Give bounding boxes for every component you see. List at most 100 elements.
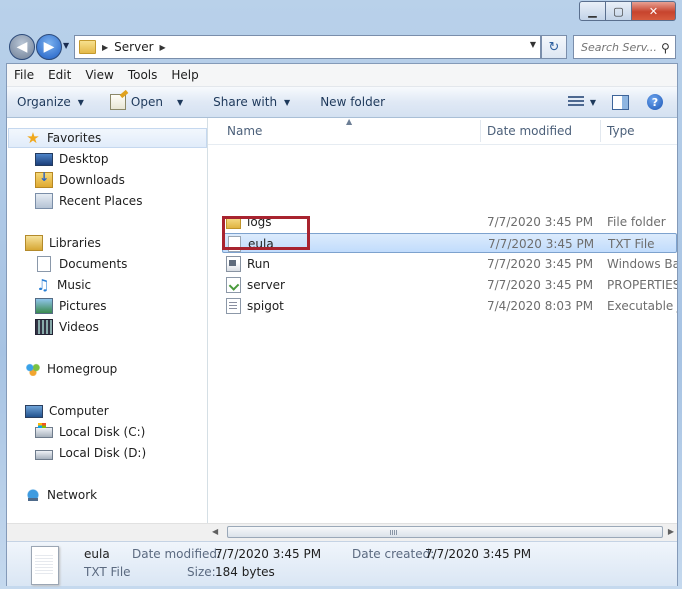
nav-libraries[interactable]: Libraries xyxy=(25,233,101,253)
menu-tools[interactable]: Tools xyxy=(121,68,165,82)
nav-downloads[interactable]: Downloads xyxy=(35,170,125,190)
nav-libraries-label: Libraries xyxy=(49,236,101,250)
file-date-cell: 7/4/2020 8:03 PM xyxy=(487,299,594,313)
menu-view[interactable]: View xyxy=(78,68,120,82)
desktop-icon xyxy=(35,152,53,166)
menu-bar: File Edit View Tools Help xyxy=(7,64,677,87)
nav-desktop-label: Desktop xyxy=(59,152,109,166)
nav-local-disk-d[interactable]: Local Disk (D:) xyxy=(35,443,146,463)
scroll-right-icon[interactable]: ▶ xyxy=(668,527,674,536)
search-icon[interactable]: ⚲ xyxy=(661,41,673,55)
file-row-server[interactable]: server 7/7/2020 3:45 PM PROPERTIES xyxy=(222,275,677,295)
change-view-icon[interactable] xyxy=(567,96,584,108)
nav-music-label: Music xyxy=(57,278,92,292)
column-name[interactable]: Name xyxy=(227,118,262,144)
nav-network-label: Network xyxy=(47,488,98,502)
nav-local-disk-d-label: Local Disk (D:) xyxy=(59,446,147,460)
column-type[interactable]: Type xyxy=(607,118,635,144)
menu-file[interactable]: File xyxy=(7,68,41,82)
search-box[interactable]: ⚲ xyxy=(573,35,676,59)
details-size-label: Size: xyxy=(187,565,216,579)
minimize-icon: ▁ xyxy=(588,4,597,18)
organize-label: Organize xyxy=(17,95,71,109)
menu-edit[interactable]: Edit xyxy=(41,68,78,82)
nav-music[interactable]: ♫ Music xyxy=(35,275,91,295)
recent-places-icon xyxy=(35,193,53,209)
nav-videos[interactable]: Videos xyxy=(35,317,99,337)
column-headers: ▲ Name Date modified Type xyxy=(208,117,677,145)
details-file-type: TXT File xyxy=(84,565,131,579)
pictures-icon xyxy=(35,298,53,314)
jar-file-icon xyxy=(226,298,241,314)
file-type-cell: PROPERTIES xyxy=(607,278,677,292)
breadcrumb-chevron-icon[interactable]: ▶ xyxy=(102,43,108,52)
maximize-button[interactable]: ▢ xyxy=(606,1,632,21)
command-bar: Organize ▼ Open ▼ Share with ▼ New folder ▼… xyxy=(7,87,677,118)
nav-local-disk-c[interactable]: Local Disk (C:) xyxy=(35,422,145,442)
views-dropdown-icon[interactable]: ▼ xyxy=(590,98,596,107)
column-date-modified-label: Date modified xyxy=(487,124,573,138)
search-input[interactable] xyxy=(579,39,661,55)
open-file-icon xyxy=(109,94,126,110)
nav-computer[interactable]: Computer xyxy=(25,401,109,421)
address-dropdown-icon[interactable]: ▼ xyxy=(530,40,536,49)
file-row-run[interactable]: Run 7/7/2020 3:45 PM Windows Bat xyxy=(222,254,677,274)
forward-button[interactable]: ▶ xyxy=(36,34,62,60)
annotation-highlight-box xyxy=(222,216,310,250)
nav-homegroup[interactable]: Homegroup xyxy=(25,359,117,379)
nav-pictures[interactable]: Pictures xyxy=(35,296,107,316)
libraries-icon xyxy=(25,235,43,251)
column-divider[interactable] xyxy=(600,120,601,142)
nav-pictures-label: Pictures xyxy=(59,299,107,313)
chevron-down-icon: ▼ xyxy=(284,97,291,107)
address-bar[interactable]: ▶ Server ▶ ▼ xyxy=(74,35,541,59)
nav-recent-places[interactable]: Recent Places xyxy=(35,191,142,211)
column-date-modified[interactable]: Date modified xyxy=(487,118,572,144)
homegroup-icon xyxy=(25,362,41,376)
file-name-cell: Run xyxy=(226,254,481,274)
scroll-grip-icon xyxy=(390,530,398,535)
file-date-cell: 7/7/2020 3:45 PM xyxy=(488,237,595,251)
details-date-modified: 7/7/2020 3:45 PM xyxy=(215,547,322,561)
chevron-down-icon: ▼ xyxy=(77,97,84,107)
scrollbar-thumb[interactable] xyxy=(227,526,663,538)
minimize-button[interactable]: ▁ xyxy=(579,1,606,21)
details-size: 184 bytes xyxy=(215,565,275,579)
recent-pages-dropdown[interactable]: ▼ xyxy=(63,41,69,50)
nav-network[interactable]: Network xyxy=(25,485,97,505)
title-bar[interactable]: ▁ ▢ ✕ xyxy=(0,0,682,30)
breadcrumb-server[interactable]: Server xyxy=(114,40,153,54)
nav-desktop[interactable]: Desktop xyxy=(35,149,109,169)
details-date-created: 7/7/2020 3:45 PM xyxy=(425,547,532,561)
details-date-modified-label: Date modified: xyxy=(132,547,222,561)
documents-icon xyxy=(37,256,51,272)
close-button[interactable]: ✕ xyxy=(632,1,676,21)
nav-favorites[interactable]: ★ Favorites xyxy=(25,128,101,148)
refresh-button[interactable]: ↻ xyxy=(541,35,567,59)
column-type-label: Type xyxy=(607,124,635,138)
file-row-spigot[interactable]: spigot 7/4/2020 8:03 PM Executable Ja xyxy=(222,296,677,316)
column-divider[interactable] xyxy=(480,120,481,142)
details-file-name: eula xyxy=(84,547,110,561)
scroll-left-icon[interactable]: ◀ xyxy=(212,527,218,536)
menu-help[interactable]: Help xyxy=(164,68,205,82)
explorer-frame: ▁ ▢ ✕ ◀ ▶ ▼ ▶ Server ▶ ▼ ↻ ⚲ File Edit V… xyxy=(0,0,682,589)
new-folder-button[interactable]: New folder xyxy=(312,87,393,117)
organize-button[interactable]: Organize ▼ xyxy=(7,87,92,117)
new-folder-label: New folder xyxy=(320,95,386,109)
horizontal-scrollbar[interactable]: ◀ ▶ xyxy=(7,523,677,541)
open-button[interactable]: Open ▼ xyxy=(102,87,191,117)
column-name-label: Name xyxy=(227,124,263,138)
help-icon[interactable]: ? xyxy=(647,94,663,110)
text-file-large-icon xyxy=(31,546,59,585)
share-with-button[interactable]: Share with ▼ xyxy=(205,87,298,117)
preview-pane-icon[interactable] xyxy=(612,94,629,110)
file-date-cell: 7/7/2020 3:45 PM xyxy=(487,257,594,271)
navigation-pane: ★ Favorites Desktop Downloads Recent Plac… xyxy=(7,118,208,524)
forward-arrow-icon: ▶ xyxy=(43,39,55,55)
nav-homegroup-label: Homegroup xyxy=(47,362,118,376)
file-type-cell: Executable Ja xyxy=(607,299,677,313)
breadcrumb-chevron-icon[interactable]: ▶ xyxy=(160,43,166,52)
nav-documents[interactable]: Documents xyxy=(35,254,127,274)
back-button[interactable]: ◀ xyxy=(9,34,35,60)
